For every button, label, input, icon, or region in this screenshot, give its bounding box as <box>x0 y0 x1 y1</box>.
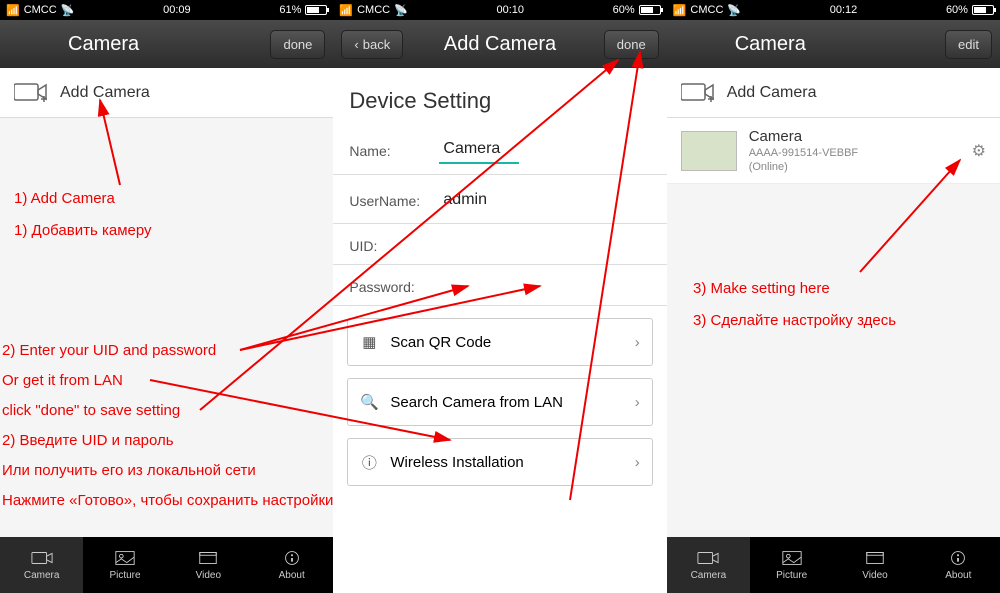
camera-uid: AAAA-991514-VEBBF <box>749 147 858 159</box>
camera-status: (Online) <box>749 161 858 173</box>
uid-label: UID: <box>349 238 439 254</box>
status-time: 00:12 <box>830 4 858 16</box>
tab-picture[interactable]: Picture <box>83 537 166 593</box>
uid-field-row: UID: <box>333 224 666 265</box>
done-button[interactable]: done <box>604 30 659 59</box>
battery-icon <box>972 5 994 15</box>
chevron-right-icon: › <box>635 334 640 351</box>
uid-input[interactable] <box>439 243 519 249</box>
add-camera-button[interactable]: Add Camera <box>667 68 1000 118</box>
status-time: 00:10 <box>496 4 524 16</box>
camera-add-icon <box>14 82 48 104</box>
screen-camera-list-populated: 📶CMCC📡 00:12 60% Camera edit Add Camera … <box>667 0 1000 593</box>
password-field-row: Password: <box>333 265 666 306</box>
camera-icon <box>31 549 53 567</box>
camera-add-icon <box>681 82 715 104</box>
tab-about[interactable]: About <box>917 537 1000 593</box>
tab-bar: Camera Picture Video About <box>0 537 333 593</box>
done-button[interactable]: done <box>270 30 325 59</box>
camera-icon <box>697 549 719 567</box>
edit-button[interactable]: edit <box>945 30 992 59</box>
chevron-left-icon: ‹ <box>354 37 358 52</box>
status-bar: 📶CMCC📡 00:12 60% <box>667 0 1000 20</box>
tab-picture[interactable]: Picture <box>750 537 833 593</box>
username-field-row: UserName: admin <box>333 175 666 224</box>
section-heading: Device Setting <box>333 68 666 124</box>
username-label: UserName: <box>349 193 439 209</box>
content-area: Add Camera <box>0 68 333 537</box>
content-area: Device Setting Name: Camera UserName: ad… <box>333 68 666 593</box>
search-icon: 🔍 <box>360 393 378 411</box>
signal-icon: 📶 <box>6 4 20 17</box>
about-icon <box>281 549 303 567</box>
tab-video[interactable]: Video <box>833 537 916 593</box>
content-area: Add Camera Camera AAAA-991514-VEBBF (Onl… <box>667 68 1000 537</box>
password-input[interactable] <box>439 284 519 290</box>
picture-icon <box>114 549 136 567</box>
nav-bar: ‹back Add Camera done <box>333 20 666 68</box>
camera-info: Camera AAAA-991514-VEBBF (Online) <box>749 128 858 173</box>
status-bar: 📶CMCC📡 00:10 60% <box>333 0 666 20</box>
tab-bar: Camera Picture Video About <box>667 537 1000 593</box>
back-button[interactable]: ‹back <box>341 30 403 59</box>
wifi-icon: 📡 <box>394 4 408 17</box>
status-time: 00:09 <box>163 4 191 16</box>
username-input[interactable]: admin <box>439 189 519 213</box>
screen-add-camera: 📶CMCC📡 00:10 60% ‹back Add Camera done D… <box>333 0 666 593</box>
add-camera-button[interactable]: Add Camera <box>0 68 333 118</box>
page-title: Camera <box>675 33 806 56</box>
tab-camera[interactable]: Camera <box>667 537 750 593</box>
screen-camera-list: 📶 CMCC 📡 00:09 61% Camera done Add Camer… <box>0 0 333 593</box>
search-lan-button[interactable]: 🔍 Search Camera from LAN › <box>347 378 652 426</box>
password-label: Password: <box>349 279 439 295</box>
name-label: Name: <box>349 143 439 159</box>
video-icon <box>864 549 886 567</box>
wireless-install-button[interactable]: ⓘ Wireless Installation › <box>347 438 652 486</box>
status-bar: 📶 CMCC 📡 00:09 61% <box>0 0 333 20</box>
chevron-right-icon: › <box>635 454 640 471</box>
picture-icon <box>781 549 803 567</box>
about-icon <box>947 549 969 567</box>
add-camera-label: Add Camera <box>60 84 150 102</box>
tab-video[interactable]: Video <box>167 537 250 593</box>
search-lan-label: Search Camera from LAN <box>390 394 563 411</box>
nav-bar: Camera edit <box>667 20 1000 68</box>
page-title: Add Camera <box>444 33 556 56</box>
scan-qr-button[interactable]: ▦ Scan QR Code › <box>347 318 652 366</box>
battery-icon <box>305 5 327 15</box>
name-input[interactable]: Camera <box>439 138 519 164</box>
scan-qr-label: Scan QR Code <box>390 334 491 351</box>
wifi-icon: 📡 <box>61 4 75 17</box>
camera-thumbnail <box>681 131 737 171</box>
tab-camera[interactable]: Camera <box>0 537 83 593</box>
wifi-icon: 📡 <box>727 4 741 17</box>
carrier: CMCC <box>24 4 57 16</box>
qr-icon: ▦ <box>360 333 378 351</box>
name-field-row: Name: Camera <box>333 124 666 175</box>
signal-icon: 📶 <box>339 4 353 17</box>
wireless-label: Wireless Installation <box>390 454 523 471</box>
nav-bar: Camera done <box>0 20 333 68</box>
gear-icon[interactable]: ⚙ <box>972 141 986 161</box>
add-camera-label: Add Camera <box>727 84 817 102</box>
camera-list-item[interactable]: Camera AAAA-991514-VEBBF (Online) ⚙ <box>667 118 1000 184</box>
battery-percent: 61% <box>279 4 301 16</box>
battery-icon <box>639 5 661 15</box>
chevron-right-icon: › <box>635 394 640 411</box>
video-icon <box>197 549 219 567</box>
camera-name: Camera <box>749 128 858 145</box>
wifi-icon: ⓘ <box>360 453 378 471</box>
page-title: Camera <box>8 33 139 56</box>
tab-about[interactable]: About <box>250 537 333 593</box>
signal-icon: 📶 <box>673 4 687 17</box>
